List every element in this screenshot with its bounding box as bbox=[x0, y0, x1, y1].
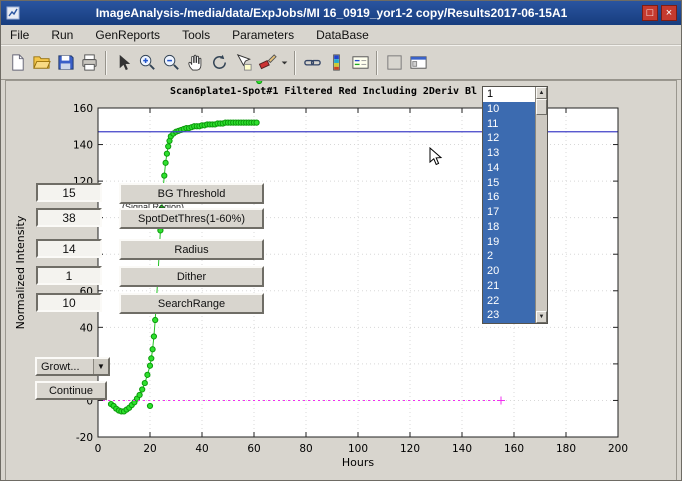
dropdown-item-10[interactable]: 10 bbox=[483, 102, 535, 117]
app-window: ImageAnalysis-/media/data/ExpJobs/MI 16_… bbox=[0, 0, 682, 481]
continue-button[interactable]: Continue bbox=[35, 381, 107, 400]
dropdown-item-20[interactable]: 20 bbox=[483, 264, 535, 279]
toolbar bbox=[1, 45, 681, 80]
mouse-cursor bbox=[429, 147, 443, 172]
spotdetthres-button[interactable]: SpotDetThres(1-60%) bbox=[119, 208, 264, 229]
dither-input[interactable] bbox=[36, 266, 102, 285]
window-buttons: □ × bbox=[642, 5, 677, 21]
title-bar: ImageAnalysis-/media/data/ExpJobs/MI 16_… bbox=[1, 1, 681, 25]
dropdown-item-21[interactable]: 21 bbox=[483, 279, 535, 294]
growth-dropdown-label: Growt... bbox=[41, 361, 80, 373]
svg-text:160: 160 bbox=[504, 443, 524, 455]
menu-item-parameters[interactable]: Parameters bbox=[223, 28, 303, 42]
toolbar-separator bbox=[376, 51, 378, 75]
new-file-icon[interactable] bbox=[5, 50, 29, 76]
window-icon bbox=[5, 5, 21, 21]
dither-button[interactable]: Dither bbox=[119, 266, 264, 287]
pan-hand-icon[interactable] bbox=[183, 50, 207, 76]
rotate-3d-icon[interactable] bbox=[207, 50, 231, 76]
window-maximize-button[interactable]: □ bbox=[642, 5, 658, 21]
menu-item-genreports[interactable]: GenReports bbox=[86, 28, 169, 42]
dropdown-item-22[interactable]: 22 bbox=[483, 294, 535, 309]
menu-item-run[interactable]: Run bbox=[42, 28, 82, 42]
brush-menu-arrow-icon[interactable] bbox=[279, 50, 290, 76]
menu-item-file[interactable]: File bbox=[1, 28, 38, 42]
svg-text:200: 200 bbox=[608, 443, 628, 455]
svg-text:60: 60 bbox=[247, 443, 260, 455]
dropdown-item-15[interactable]: 15 bbox=[483, 176, 535, 191]
radius-row: Radius bbox=[36, 239, 264, 260]
window-close-button[interactable]: × bbox=[661, 5, 677, 21]
svg-text:0: 0 bbox=[95, 443, 102, 455]
bg-threshold-input[interactable] bbox=[36, 183, 102, 202]
menu-bar: File Run GenReports Tools Parameters DataBase bbox=[1, 25, 681, 45]
legend-icon[interactable] bbox=[348, 50, 372, 76]
searchrange-input[interactable] bbox=[36, 293, 102, 312]
dropdown-item-12[interactable]: 12 bbox=[483, 131, 535, 146]
svg-text:140: 140 bbox=[73, 140, 93, 152]
dropdown-item-2[interactable]: 2 bbox=[483, 249, 535, 264]
searchrange-button[interactable]: SearchRange bbox=[119, 293, 264, 314]
menu-item-database[interactable]: DataBase bbox=[307, 28, 378, 42]
cursor-arrow-icon[interactable] bbox=[111, 50, 135, 76]
dropdown-item-1[interactable]: 1 bbox=[483, 87, 535, 102]
dropdown-item-16[interactable]: 16 bbox=[483, 190, 535, 205]
spotdetthres-row: SpotDetThres(1-60%) bbox=[36, 208, 264, 229]
toolbar-separator bbox=[294, 51, 296, 75]
dropdown-item-13[interactable]: 13 bbox=[483, 146, 535, 161]
svg-text:20: 20 bbox=[143, 443, 156, 455]
svg-text:40: 40 bbox=[80, 322, 93, 334]
growth-dropdown[interactable]: Growt... ▼ bbox=[35, 357, 110, 376]
colorbar-icon[interactable] bbox=[324, 50, 348, 76]
print-icon[interactable] bbox=[77, 50, 101, 76]
chevron-down-icon[interactable]: ▼ bbox=[93, 359, 108, 374]
dropdown-item-19[interactable]: 19 bbox=[483, 235, 535, 250]
figure-area: 020406080100120140160180200-200204060801… bbox=[5, 80, 677, 481]
zoom-in-icon[interactable] bbox=[135, 50, 159, 76]
value-dropdown: 110111213141516171819220212223 ▲ ▼ bbox=[482, 86, 548, 324]
window-title: ImageAnalysis-/media/data/ExpJobs/MI 16_… bbox=[21, 6, 642, 20]
svg-text:Hours: Hours bbox=[342, 456, 374, 469]
svg-text:180: 180 bbox=[556, 443, 576, 455]
svg-text:Normalized Intensity: Normalized Intensity bbox=[14, 215, 27, 329]
bg-threshold-row: BG Threshold bbox=[36, 183, 264, 204]
open-folder-icon[interactable] bbox=[29, 50, 53, 76]
show-plot-tools-icon[interactable] bbox=[406, 50, 430, 76]
hide-plot-tools-icon[interactable] bbox=[382, 50, 406, 76]
link-plots-icon[interactable] bbox=[300, 50, 324, 76]
svg-text:100: 100 bbox=[348, 443, 368, 455]
svg-text:80: 80 bbox=[299, 443, 312, 455]
svg-text:-20: -20 bbox=[76, 432, 93, 444]
scroll-up-icon[interactable]: ▲ bbox=[536, 87, 547, 99]
radius-button[interactable]: Radius bbox=[119, 239, 264, 260]
svg-text:160: 160 bbox=[73, 103, 93, 115]
toolbar-separator bbox=[105, 51, 107, 75]
dither-row: Dither bbox=[36, 266, 264, 287]
dropdown-item-11[interactable]: 11 bbox=[483, 117, 535, 132]
data-cursor-icon[interactable] bbox=[231, 50, 255, 76]
brush-icon[interactable] bbox=[255, 50, 279, 76]
scroll-down-icon[interactable]: ▼ bbox=[536, 311, 547, 323]
menu-item-tools[interactable]: Tools bbox=[173, 28, 219, 42]
bg-threshold-button[interactable]: BG Threshold bbox=[119, 183, 264, 204]
svg-text:140: 140 bbox=[452, 443, 472, 455]
save-icon[interactable] bbox=[53, 50, 77, 76]
svg-text:40: 40 bbox=[195, 443, 208, 455]
dropdown-item-17[interactable]: 17 bbox=[483, 205, 535, 220]
svg-text:120: 120 bbox=[400, 443, 420, 455]
dropdown-item-23[interactable]: 23 bbox=[483, 308, 535, 323]
svg-text:Scan6plate1-Spot#1 Filtered Re: Scan6plate1-Spot#1 Filtered Red Includin… bbox=[170, 85, 477, 97]
zoom-out-icon[interactable] bbox=[159, 50, 183, 76]
searchrange-row: SearchRange bbox=[36, 293, 264, 314]
dropdown-item-14[interactable]: 14 bbox=[483, 161, 535, 176]
dropdown-item-18[interactable]: 18 bbox=[483, 220, 535, 235]
radius-input[interactable] bbox=[36, 239, 102, 258]
spotdetthres-input[interactable] bbox=[36, 208, 102, 227]
dropdown-list: 110111213141516171819220212223 bbox=[483, 87, 535, 323]
dropdown-scrollbar[interactable]: ▲ ▼ bbox=[535, 87, 547, 323]
scrollbar-thumb[interactable] bbox=[536, 99, 547, 115]
